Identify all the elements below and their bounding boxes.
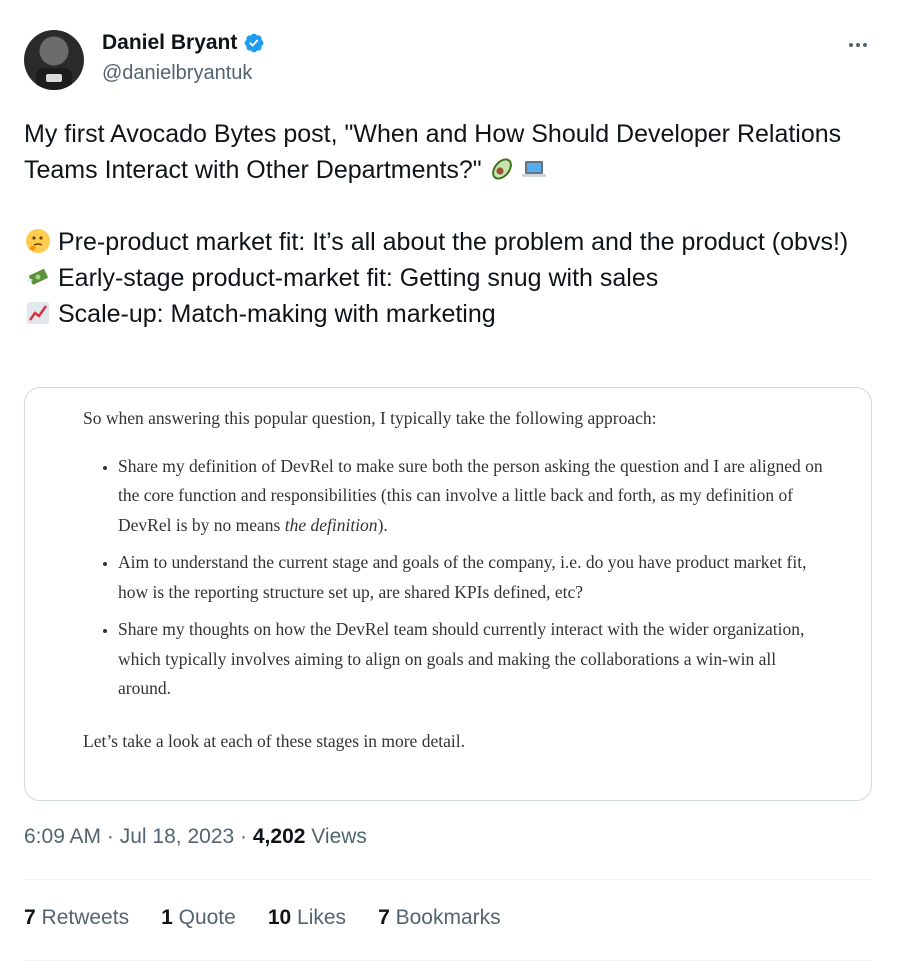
tweet-item-1: Pre-product market fit: It’s all about t… [24,224,874,260]
tweet-date[interactable]: Jul 18, 2023 [120,825,234,848]
tweet-item-2-text: Early-stage product-market fit: Getting … [58,264,659,292]
author-handle[interactable]: @danielbryantuk [102,62,252,85]
article-bullet-1-text: Share my definition of DevRel to make su… [118,455,823,535]
thinking-face-icon [26,229,50,253]
quotes-count: 1 [161,906,173,929]
engagement-stats: 7 Retweets 1 Quote 10 Likes 7 Bookmarks [24,906,533,930]
article-bullet-1-after: ). [377,514,388,535]
article-bullet-2: Aim to understand the current stage and … [118,548,823,607]
meta-separator: · [106,825,114,848]
bookmarks-count: 7 [378,906,390,929]
bookmarks-label: Bookmarks [395,906,501,929]
bookmarks-stat[interactable]: 7 Bookmarks [378,906,501,930]
tweet-intro: My first Avocado Bytes post, "When and H… [24,116,874,188]
tweet-item-1-text: Pre-product market fit: It’s all about t… [58,228,849,256]
tweet-text: My first Avocado Bytes post, "When and H… [24,116,874,332]
article-bullet-list: Share my definition of DevRel to make su… [83,452,823,704]
tweet-item-3: Scale-up: Match-making with marketing [24,296,874,332]
likes-label: Likes [297,906,347,929]
quotes-stat[interactable]: 1 Quote [161,906,236,930]
verified-badge-icon [244,33,264,53]
more-options-icon[interactable] [845,32,871,58]
quotes-label: Quote [178,906,236,929]
author-name-row: Daniel Bryant [102,31,265,55]
retweets-label: Retweets [41,906,130,929]
avocado-icon [491,158,512,180]
views-count: 4,202 [252,825,306,848]
chart-increasing-icon [27,302,49,324]
divider [24,960,871,961]
avatar[interactable] [24,30,84,90]
tweet-media-image[interactable]: So when answering this popular question,… [24,387,872,801]
retweets-stat[interactable]: 7 Retweets [24,906,129,930]
divider [24,879,871,880]
article-bullet-3: Share my thoughts on how the DevRel team… [118,615,823,704]
views-label: Views [311,825,367,848]
likes-stat[interactable]: 10 Likes [268,906,346,930]
laptop-icon [521,161,546,177]
likes-count: 10 [267,906,292,929]
retweets-count: 7 [24,906,36,929]
article-bullet-1: Share my definition of DevRel to make su… [118,452,823,541]
article-intro: So when answering this popular question,… [83,408,657,428]
tweet-item-3-text: Scale-up: Match-making with marketing [58,300,496,328]
meta-separator: · [240,825,248,848]
tweet-time[interactable]: 6:09 AM [24,825,101,848]
tweet-intro-text: My first Avocado Bytes post, "When and H… [24,120,842,184]
avatar-shirt-logo [46,74,62,82]
article-closing: Let’s take a look at each of these stage… [83,730,465,751]
tweet-meta: 6:09 AM · Jul 18, 2023 · 4,202 Views [24,825,367,849]
article-bullet-1-italic: the definition [284,514,378,535]
article-excerpt: So when answering this popular question,… [83,404,823,756]
tweet-item-2: Early-stage product-market fit: Getting … [24,260,874,296]
money-with-wings-icon [27,268,48,285]
author-display-name[interactable]: Daniel Bryant [102,31,237,55]
